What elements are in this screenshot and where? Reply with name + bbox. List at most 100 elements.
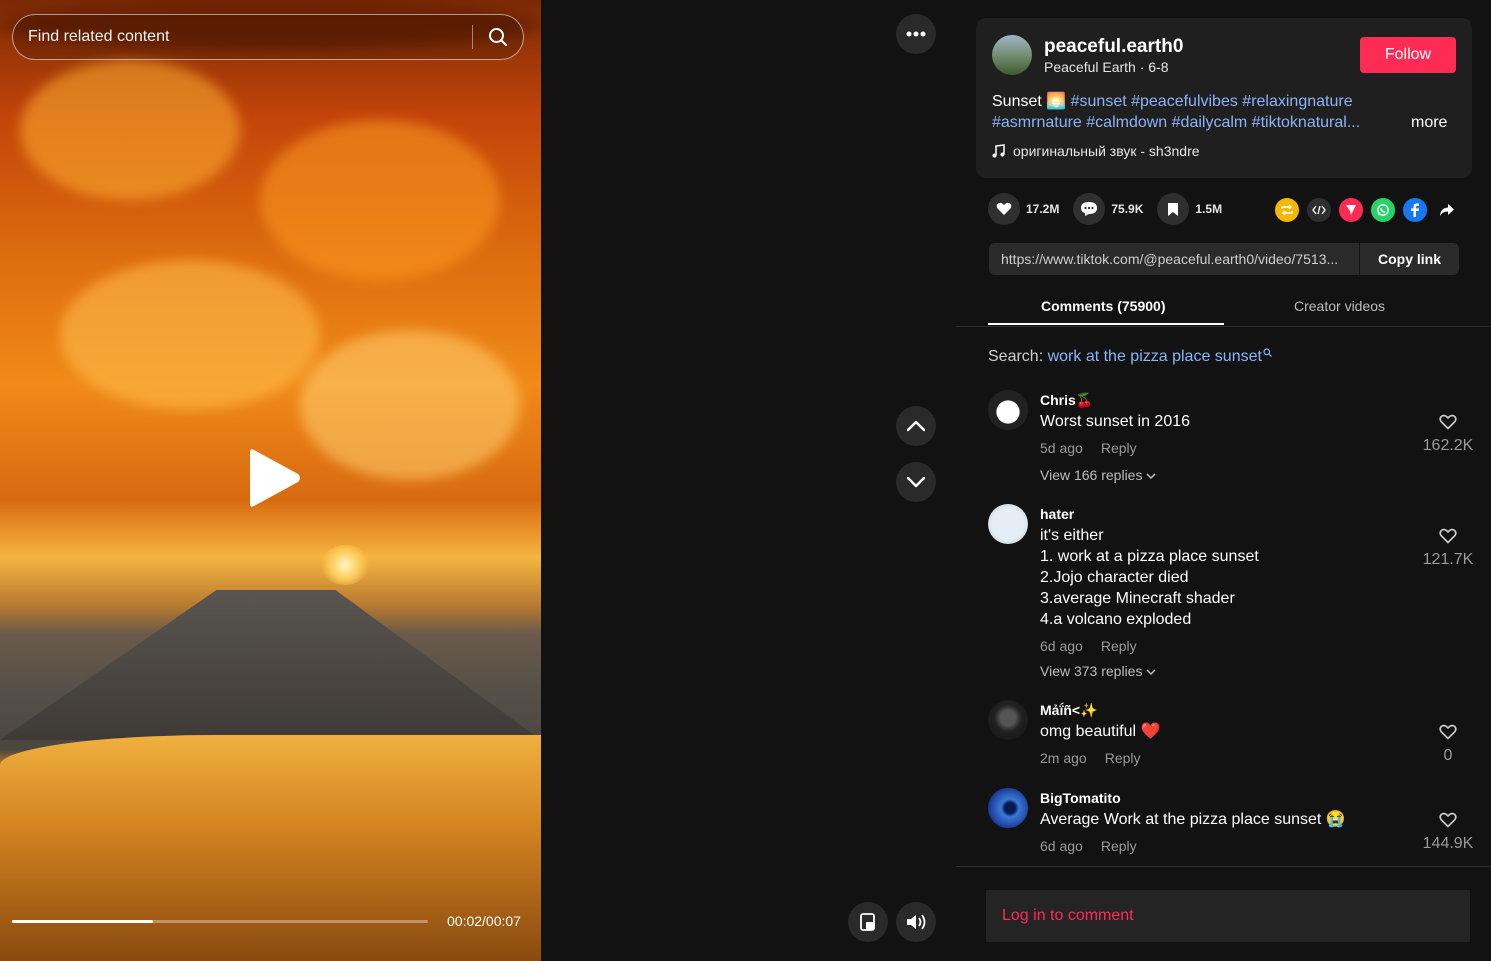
send-to-friends-button[interactable] (1339, 198, 1363, 222)
more-options-button[interactable] (896, 14, 936, 54)
commenter-avatar[interactable] (988, 390, 1028, 430)
follow-button[interactable]: Follow (1360, 37, 1456, 73)
comment-meta: 2m ago Reply (1040, 750, 1141, 766)
progress-bar[interactable] (12, 920, 428, 923)
comment-text: omg beautiful ❤️ (1040, 723, 1161, 740)
next-video-button[interactable] (896, 462, 936, 502)
comment-like[interactable]: 162.2K (1418, 414, 1478, 455)
related-search-bar (12, 14, 524, 60)
sky-flame (300, 330, 520, 480)
heart-outline-icon (1439, 528, 1457, 544)
time-display: 00:02/00:07 (447, 913, 521, 929)
comment-count: 75.9K (1111, 202, 1144, 216)
heart-outline-icon (1439, 812, 1457, 828)
related-search-input[interactable] (13, 28, 472, 46)
road (0, 590, 541, 740)
comment-meta: 6d ago Reply (1040, 838, 1137, 854)
save-button[interactable]: 1.5M (1157, 193, 1222, 225)
comment-icon (1081, 202, 1098, 216)
sun (320, 545, 370, 585)
facebook-button[interactable] (1403, 198, 1427, 222)
repost-icon (1281, 204, 1293, 216)
tab-creator-videos[interactable]: Creator videos (1294, 298, 1385, 314)
commenter-name[interactable]: Mảḯñ<✨ (1040, 702, 1098, 719)
author-avatar[interactable] (992, 35, 1032, 75)
reply-button[interactable]: Reply (1101, 440, 1137, 456)
hashtags-line-2[interactable]: #asmrnature #calmdown #dailycalm #tiktok… (992, 114, 1360, 131)
comment-footer: Log in to comment (956, 866, 1491, 961)
music-info[interactable]: оригинальный звук - sh3ndre (992, 143, 1200, 159)
view-replies-button[interactable]: View 373 replies (1040, 663, 1156, 679)
comment-text: Average Work at the pizza place sunset 😭 (1040, 811, 1346, 828)
search-button[interactable] (473, 14, 523, 60)
chevron-down-icon (906, 476, 926, 488)
commenter-avatar[interactable] (988, 700, 1028, 740)
music-title: оригинальный звук - sh3ndre (1013, 143, 1200, 159)
description-text: Sunset 🌅 (992, 93, 1071, 110)
chevron-down-icon (1146, 473, 1156, 480)
sky-flame (260, 120, 500, 280)
details-panel: peaceful.earth0 Peaceful Earth · 6-8 Fol… (956, 0, 1491, 961)
comment-like-count: 144.9K (1422, 835, 1474, 852)
search-icon (489, 28, 507, 46)
like-button[interactable]: 17.2M (988, 193, 1059, 225)
hashtags-line-1[interactable]: #sunset #peacefulvibes #relaxingnature (1071, 93, 1353, 110)
search-suggestion-link[interactable]: work at the pizza place sunset (1048, 348, 1262, 365)
tab-comments[interactable]: Comments (75900) (1041, 298, 1166, 314)
comment-time: 5d ago (1040, 440, 1083, 456)
action-bar: 17.2M 75.9K 1.5M (988, 193, 1236, 225)
comment-like[interactable]: 121.7K (1418, 528, 1478, 569)
share-arrow-icon (1440, 204, 1454, 216)
previous-video-button[interactable] (896, 406, 936, 446)
picture-in-picture-icon (860, 913, 875, 931)
commenter-avatar[interactable] (988, 504, 1028, 544)
heart-outline-icon (1439, 724, 1457, 740)
video-player[interactable]: 00:02/00:07 (0, 0, 541, 961)
reply-button[interactable]: Reply (1101, 638, 1137, 654)
reply-button[interactable]: Reply (1101, 838, 1137, 854)
send-icon (1346, 205, 1356, 215)
comment-text: it's either 1. work at a pizza place sun… (1040, 527, 1259, 628)
comment-button[interactable]: 75.9K (1073, 193, 1143, 225)
reply-button[interactable]: Reply (1105, 750, 1141, 766)
share-icons (1275, 198, 1459, 222)
play-icon (250, 449, 300, 507)
heart-outline-icon (1439, 414, 1457, 430)
comment-text: Worst sunset in 2016 (1040, 413, 1191, 430)
comment-item: hater it's either 1. work at a pizza pla… (988, 504, 1478, 684)
repost-button[interactable] (1275, 198, 1299, 222)
volume-button[interactable] (896, 902, 936, 942)
progress-fill (12, 920, 154, 923)
share-link-box: https://www.tiktok.com/@peaceful.earth0/… (989, 243, 1459, 275)
commenter-avatar[interactable] (988, 788, 1028, 828)
comment-time: 2m ago (1040, 750, 1087, 766)
login-to-comment-button[interactable]: Log in to comment (986, 890, 1470, 942)
share-more-button[interactable] (1435, 198, 1459, 222)
copy-link-button[interactable]: Copy link (1359, 243, 1459, 275)
music-note-icon (992, 144, 1005, 158)
whatsapp-button[interactable] (1371, 198, 1395, 222)
comment-like[interactable]: 144.9K (1418, 812, 1478, 853)
more-button[interactable]: more (1411, 114, 1447, 132)
pip-button[interactable] (848, 902, 888, 942)
commenter-name[interactable]: BigTomatito (1040, 790, 1121, 806)
commenter-name[interactable]: Chris🍒 (1040, 392, 1093, 409)
video-info-card: peaceful.earth0 Peaceful Earth · 6-8 Fol… (976, 18, 1472, 178)
share-link-text[interactable]: https://www.tiktok.com/@peaceful.earth0/… (989, 251, 1359, 267)
sky-flame (20, 60, 240, 200)
author-name[interactable]: peaceful.earth0 (1044, 36, 1183, 58)
video-controls-column (541, 0, 956, 961)
chevron-up-icon (906, 420, 926, 432)
comment-search-suggestion: Search: work at the pizza place sunset (988, 348, 1272, 366)
commenter-name[interactable]: hater (1040, 506, 1074, 522)
chevron-down-icon (1146, 669, 1156, 676)
save-count: 1.5M (1195, 202, 1223, 216)
embed-button[interactable] (1307, 198, 1331, 222)
view-replies-label: View 166 replies (1040, 467, 1143, 483)
view-replies-label: View 373 replies (1040, 663, 1143, 679)
sky-flame (60, 260, 320, 410)
comment-like[interactable]: 0 (1418, 724, 1478, 765)
play-button[interactable] (244, 446, 304, 510)
view-replies-button[interactable]: View 166 replies (1040, 467, 1156, 483)
comment-like-count: 121.7K (1422, 551, 1474, 568)
